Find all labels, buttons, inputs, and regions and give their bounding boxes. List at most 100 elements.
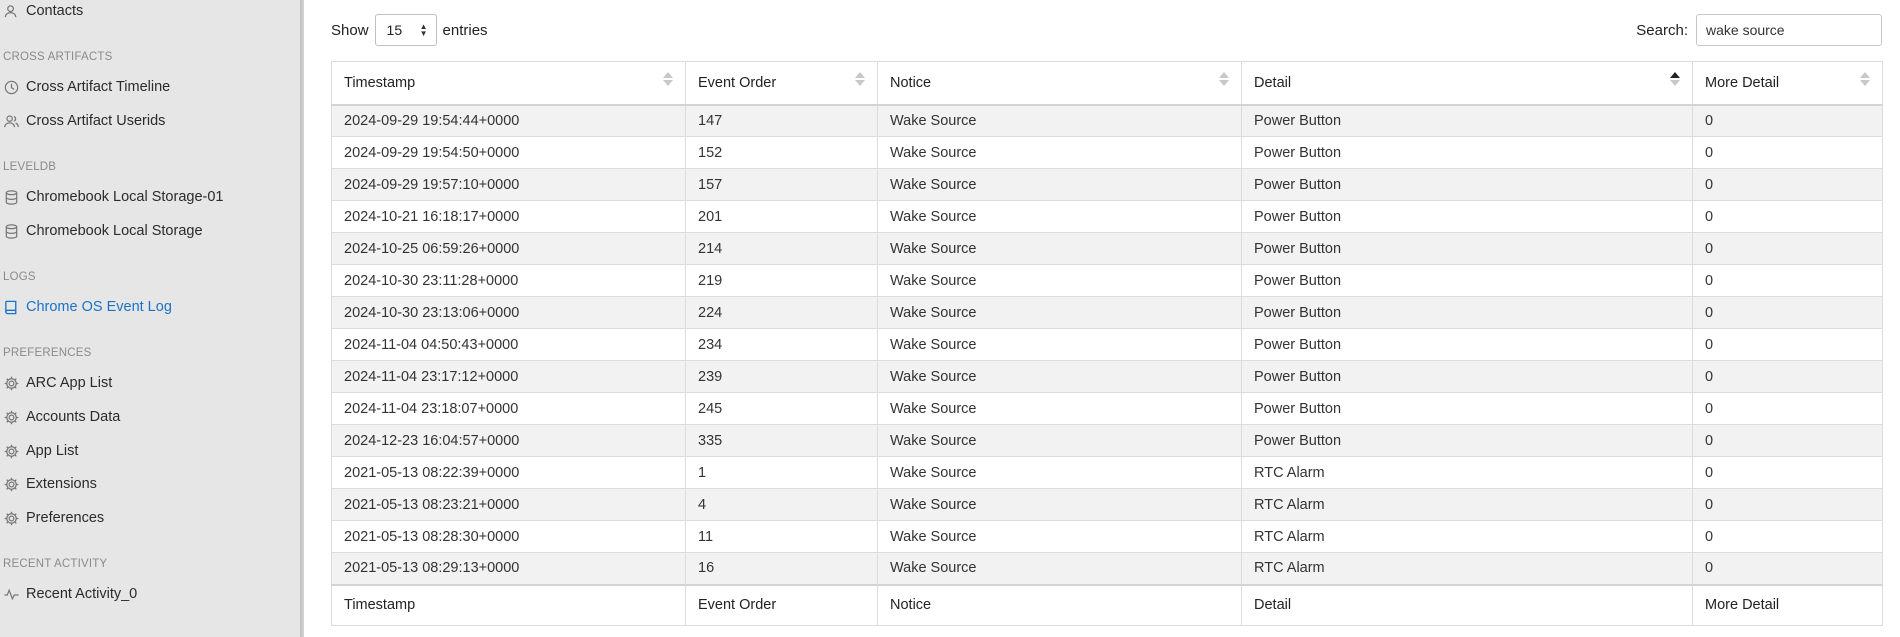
cell-more-detail: 0 <box>1692 232 1883 265</box>
cell-notice: Wake Source <box>877 488 1242 521</box>
footer-header-timestamp: Timestamp <box>331 583 686 626</box>
cell-timestamp: 2024-12-23 16:04:57+0000 <box>331 424 686 457</box>
cell-event-order: 214 <box>685 232 878 265</box>
table-row[interactable]: 2024-11-04 23:18:07+0000 245 Wake Source Po… <box>331 392 1883 425</box>
table-row[interactable]: 2021-05-13 08:29:13+0000 16 Wake Source RTC… <box>331 552 1883 585</box>
table-row[interactable]: 2024-09-29 19:54:50+0000 152 Wake Source Po… <box>331 136 1883 169</box>
cell-event-order: 201 <box>685 200 878 233</box>
sidebar-item-preferences[interactable]: Preferences <box>2 506 104 530</box>
book-icon <box>2 298 20 316</box>
table-row[interactable]: 2024-11-04 23:17:12+0000 239 Wake Source Po… <box>331 360 1883 393</box>
cell-more-detail: 0 <box>1692 328 1883 361</box>
cell-timestamp: 2024-10-21 16:18:17+0000 <box>331 200 686 233</box>
sidebar-item-cross-artifact-timeline[interactable]: Cross Artifact Timeline <box>2 75 170 99</box>
cell-detail: Power Button <box>1241 200 1693 233</box>
table-row[interactable]: 2024-10-21 16:18:17+0000 201 Wake Source Po… <box>331 200 1883 233</box>
sort-icon <box>663 71 673 87</box>
sort-ascending-icon <box>1670 71 1680 87</box>
sidebar-item-arc-app-list[interactable]: ARC App List <box>2 371 112 395</box>
sidebar-item-recent-activity[interactable]: Recent Activity_0 <box>2 582 137 606</box>
entries-select[interactable]: 15 ▲ ▼ <box>374 14 437 46</box>
cell-notice: Wake Source <box>877 328 1242 361</box>
column-header-label: More Detail <box>1705 74 1780 91</box>
column-header-timestamp[interactable]: Timestamp <box>331 61 686 106</box>
column-header-notice[interactable]: Notice <box>877 61 1242 106</box>
sort-icon <box>855 71 865 87</box>
cell-detail: Power Button <box>1241 104 1693 137</box>
cell-timestamp: 2021-05-13 08:28:30+0000 <box>331 520 686 553</box>
table-row[interactable]: 2024-09-29 19:57:10+0000 157 Wake Source Po… <box>331 168 1883 201</box>
cell-timestamp: 2024-10-30 23:11:28+0000 <box>331 264 686 297</box>
sidebar-item-chrome-os-event-log[interactable]: Chrome OS Event Log <box>2 295 172 319</box>
column-header-label: Timestamp <box>344 74 416 91</box>
table-row[interactable]: 2024-10-30 23:13:06+0000 224 Wake Source Po… <box>331 296 1883 329</box>
cell-notice: Wake Source <box>877 392 1242 425</box>
sidebar-item-chromebook-local-storage-01[interactable]: Chromebook Local Storage-01 <box>2 185 223 209</box>
table-row[interactable]: 2024-11-04 04:50:43+0000 234 Wake Source Po… <box>331 328 1883 361</box>
table-row[interactable]: 2021-05-13 08:23:21+0000 4 Wake Source RTC … <box>331 488 1883 521</box>
table-search: Search: <box>1636 14 1882 46</box>
cell-detail: Power Button <box>1241 392 1693 425</box>
cell-more-detail: 0 <box>1692 552 1883 585</box>
cell-notice: Wake Source <box>877 424 1242 457</box>
cell-event-order: 11 <box>685 520 878 553</box>
cell-notice: Wake Source <box>877 168 1242 201</box>
table-row[interactable]: 2021-05-13 08:22:39+0000 1 Wake Source RTC … <box>331 456 1883 489</box>
cell-event-order: 157 <box>685 168 878 201</box>
cell-detail: Power Button <box>1241 296 1693 329</box>
column-header-event-order[interactable]: Event Order <box>685 61 878 106</box>
column-header-more-detail[interactable]: More Detail <box>1692 61 1883 106</box>
cell-detail: Power Button <box>1241 232 1693 265</box>
sidebar-section-title: LOGS <box>3 271 36 283</box>
database-icon <box>2 222 20 240</box>
cell-notice: Wake Source <box>877 520 1242 553</box>
sidebar-item-contacts[interactable]: Contacts <box>2 0 83 23</box>
sidebar-item-chromebook-local-storage[interactable]: Chromebook Local Storage <box>2 219 203 243</box>
cell-more-detail: 0 <box>1692 136 1883 169</box>
event-log-table: Timestamp Event Order Notice Detail More… <box>331 61 1883 626</box>
table-row[interactable]: 2024-09-29 19:54:44+0000 147 Wake Source Po… <box>331 104 1883 137</box>
cell-more-detail: 0 <box>1692 200 1883 233</box>
column-header-detail[interactable]: Detail <box>1241 61 1693 106</box>
cell-detail: Power Button <box>1241 168 1693 201</box>
cell-detail: RTC Alarm <box>1241 552 1693 585</box>
cell-more-detail: 0 <box>1692 424 1883 457</box>
sidebar-item-accounts-data[interactable]: Accounts Data <box>2 405 120 429</box>
cell-detail: Power Button <box>1241 328 1693 361</box>
table-row[interactable]: 2024-10-30 23:11:28+0000 219 Wake Source Po… <box>331 264 1883 297</box>
cell-notice: Wake Source <box>877 264 1242 297</box>
cell-event-order: 245 <box>685 392 878 425</box>
cell-notice: Wake Source <box>877 232 1242 265</box>
sidebar-item-app-list[interactable]: App List <box>2 439 78 463</box>
cell-notice: Wake Source <box>877 360 1242 393</box>
database-icon <box>2 188 20 206</box>
table-row[interactable]: 2024-10-25 06:59:26+0000 214 Wake Source Po… <box>331 232 1883 265</box>
cell-event-order: 152 <box>685 136 878 169</box>
sidebar-item-label: App List <box>26 443 79 459</box>
table-footer-row: Timestamp Event Order Notice Detail More… <box>331 583 1883 626</box>
sidebar-item-label: Extensions <box>26 476 97 492</box>
table-row[interactable]: 2024-12-23 16:04:57+0000 335 Wake Source Po… <box>331 424 1883 457</box>
search-input[interactable] <box>1696 14 1882 46</box>
clock-icon <box>2 78 20 96</box>
cell-timestamp: 2024-09-29 19:54:50+0000 <box>331 136 686 169</box>
cell-detail: Power Button <box>1241 264 1693 297</box>
contacts-icon <box>2 2 20 20</box>
sidebar-item-cross-artifact-userids[interactable]: Cross Artifact Userids <box>2 109 165 133</box>
entries-select-value: 15 <box>386 22 403 38</box>
sort-icon <box>1219 71 1229 87</box>
show-label: Show <box>331 21 369 39</box>
sidebar-item-label: ARC App List <box>26 375 113 391</box>
cell-event-order: 234 <box>685 328 878 361</box>
table-row[interactable]: 2021-05-13 08:28:30+0000 11 Wake Source RTC… <box>331 520 1883 553</box>
activity-icon <box>2 585 20 603</box>
gear-icon <box>2 408 20 426</box>
cell-timestamp: 2024-09-29 19:57:10+0000 <box>331 168 686 201</box>
table-header-row: Timestamp Event Order Notice Detail More… <box>331 61 1883 106</box>
footer-header-more-detail: More Detail <box>1692 583 1883 626</box>
cell-notice: Wake Source <box>877 296 1242 329</box>
sidebar-item-extensions[interactable]: Extensions <box>2 472 97 496</box>
footer-header-detail: Detail <box>1241 583 1693 626</box>
cell-event-order: 4 <box>685 488 878 521</box>
cell-more-detail: 0 <box>1692 456 1883 489</box>
